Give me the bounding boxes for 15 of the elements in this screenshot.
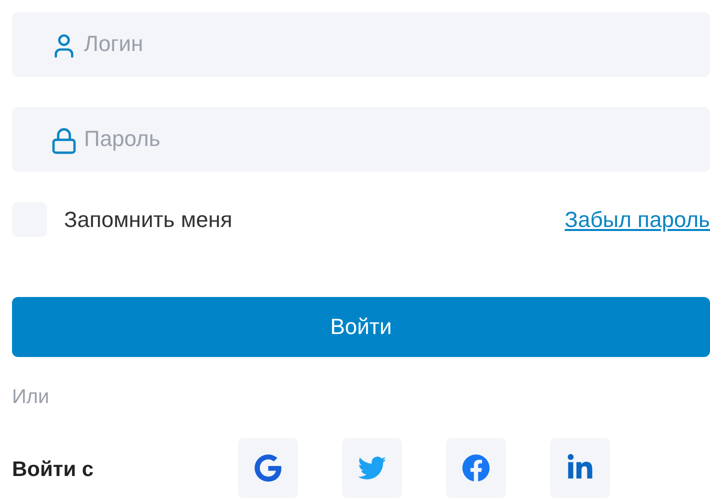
input-field[interactable]: Логин bbox=[12, 12, 710, 77]
social-login-button[interactable] bbox=[550, 438, 610, 498]
lock-icon bbox=[50, 126, 78, 155]
facebook-icon bbox=[462, 454, 490, 482]
google-icon bbox=[254, 454, 282, 482]
or-label: Или bbox=[12, 385, 50, 410]
bird-icon bbox=[358, 454, 386, 482]
forgot-password-link[interactable]: Забыл пароль bbox=[564, 202, 710, 236]
social-login-button[interactable] bbox=[238, 438, 298, 498]
checkbox-label: Запомнить меня bbox=[64, 206, 232, 234]
social-login-button[interactable] bbox=[342, 438, 402, 498]
social-login-button[interactable] bbox=[446, 438, 506, 498]
login-button[interactable]: Войти bbox=[12, 296, 710, 357]
input-field[interactable]: Пароль bbox=[12, 106, 710, 172]
social-login-label: Войти с bbox=[12, 457, 95, 483]
